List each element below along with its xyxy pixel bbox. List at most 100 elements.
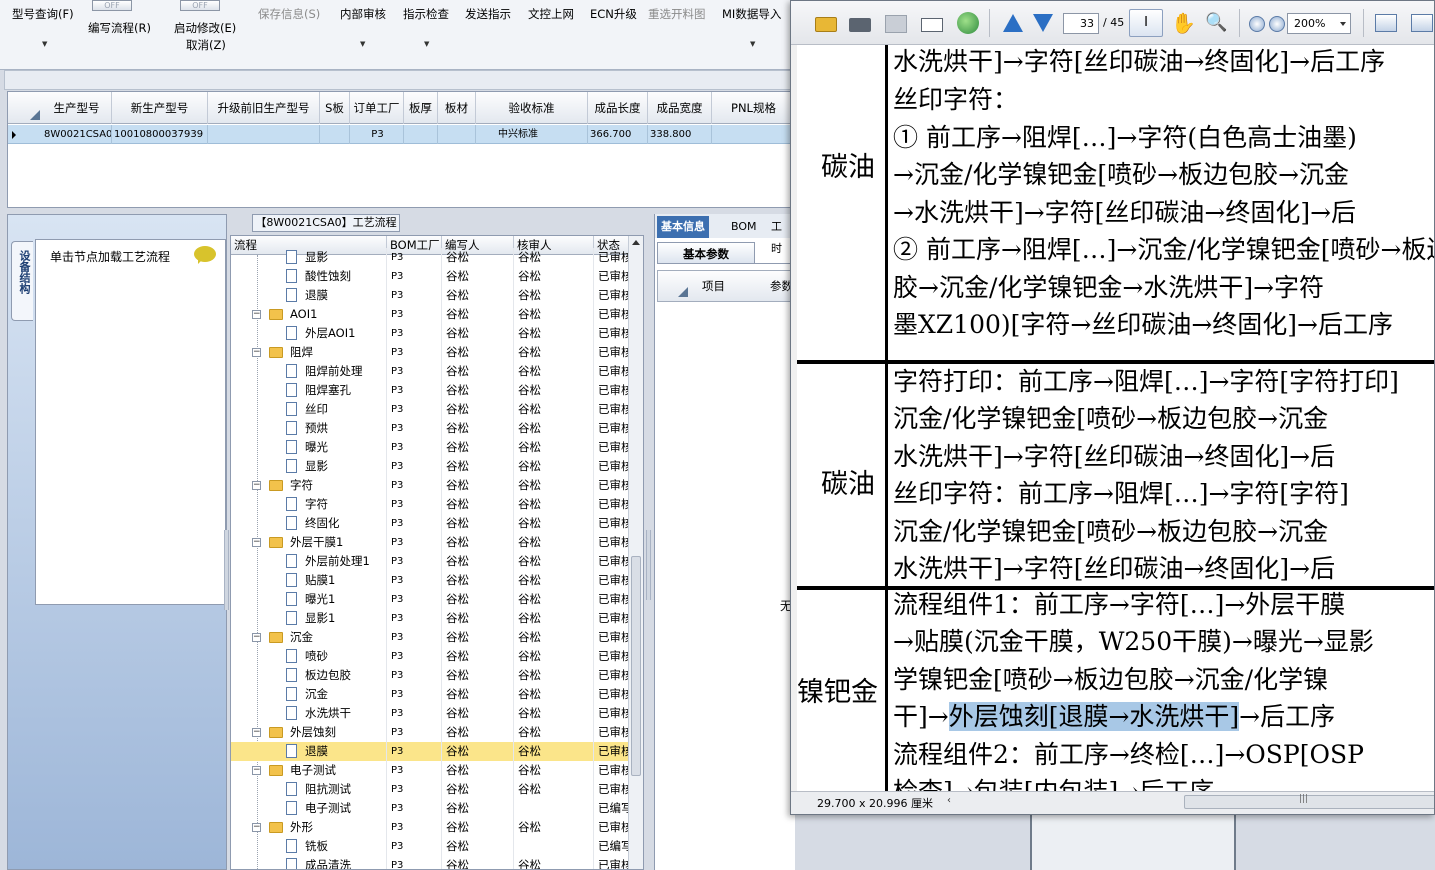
toolbar-item[interactable]: 内部审核 — [340, 6, 386, 22]
process-row[interactable]: 显影 P3 谷松 谷松 已审核 — [231, 457, 630, 476]
save-icon[interactable] — [885, 15, 907, 33]
collapse-icon[interactable]: − — [252, 538, 261, 547]
chevron-down-icon[interactable]: ▼ — [42, 40, 47, 48]
process-row[interactable]: 水洗烘干 P3 谷松 谷松 已审核 — [231, 704, 630, 723]
process-row[interactable]: − 字符 P3 谷松 谷松 已审核 — [231, 476, 630, 495]
toolbar-item[interactable]: 启动修改(E) — [174, 20, 236, 36]
select-text-tool-icon[interactable]: I — [1129, 9, 1163, 37]
process-row[interactable]: 阻焊塞孔 P3 谷松 谷松 已审核 — [231, 381, 630, 400]
fit-width-icon[interactable] — [1375, 14, 1397, 32]
grid-column-header[interactable]: 板材 — [438, 92, 476, 124]
process-row[interactable]: 显影1 P3 谷松 谷松 已审核 — [231, 609, 630, 628]
process-row[interactable]: 预烘 P3 谷松 谷松 已审核 — [231, 419, 630, 438]
scroll-left-icon[interactable]: ‹ — [947, 795, 951, 806]
collapse-icon[interactable]: − — [252, 310, 261, 319]
tab-basic-info[interactable]: 基本信息 — [657, 216, 709, 238]
horizontal-scrollbar[interactable]: ||| — [1184, 794, 1434, 809]
process-row[interactable]: 成品清洗 P3 谷松 谷松 已审核 — [231, 856, 630, 869]
process-row[interactable]: 阻抗测试 P3 谷松 谷松 已审核 — [231, 780, 630, 799]
toolbar-item[interactable]: MI数据导入 — [722, 6, 781, 22]
grid-column-header[interactable]: 订单工厂 — [350, 92, 404, 124]
grid-column-header[interactable]: 成品长度 — [588, 92, 648, 124]
open-folder-icon[interactable] — [815, 17, 837, 32]
process-row[interactable]: 沉金 P3 谷松 谷松 已审核 — [231, 685, 630, 704]
hand-tool-icon[interactable]: ✋ — [1171, 12, 1196, 34]
toolbar-item[interactable]: ECN升级 — [590, 6, 637, 22]
zoom-select[interactable]: 200% — [1287, 13, 1351, 34]
toolbar-item[interactable]: 取消(Z) — [186, 37, 226, 53]
scroll-up-icon[interactable] — [632, 240, 640, 245]
process-scrollbar[interactable] — [628, 236, 643, 869]
process-row[interactable]: − 电子测试 P3 谷松 谷松 已审核 — [231, 761, 630, 780]
tab-basic-params[interactable]: 基本参数 — [657, 242, 755, 264]
process-row[interactable]: 阻焊前处理 P3 谷松 谷松 已审核 — [231, 362, 630, 381]
chevron-down-icon[interactable]: ▼ — [360, 40, 365, 48]
collapse-icon[interactable]: − — [252, 633, 261, 642]
toggle-switch[interactable]: OFF — [180, 0, 220, 11]
collapse-icon[interactable]: − — [252, 728, 261, 737]
web-globe-icon[interactable] — [957, 12, 979, 34]
process-row[interactable]: 显影 P3 谷松 谷松 已审核 — [231, 248, 630, 267]
process-row[interactable]: 曝光1 P3 谷松 谷松 已审核 — [231, 590, 630, 609]
process-row[interactable]: 板边包胶 P3 谷松 谷松 已审核 — [231, 666, 630, 685]
process-row[interactable]: − 外层蚀刻 P3 谷松 谷松 已审核 — [231, 723, 630, 742]
process-row[interactable]: 铣板 P3 谷松 已编写 — [231, 837, 630, 856]
print-icon[interactable] — [849, 18, 871, 32]
toggle-switch[interactable]: OFF — [92, 0, 132, 11]
process-row[interactable]: 外层AOI1 P3 谷松 谷松 已审核 — [231, 324, 630, 343]
process-row[interactable]: 丝印 P3 谷松 谷松 已审核 — [231, 400, 630, 419]
process-row[interactable]: 终固化 P3 谷松 谷松 已审核 — [231, 514, 630, 533]
pdf-page[interactable]: 碳油 碳油 镍钯金 水洗烘干]→字符[丝印碳油→终固化]→后工序 丝印字符： ① 前… — [797, 45, 1434, 791]
process-row[interactable]: − 阻焊 P3 谷松 谷松 已审核 — [231, 343, 630, 362]
toolbar-item[interactable]: 保存信息(S) — [258, 6, 320, 22]
collapse-icon[interactable]: − — [252, 823, 261, 832]
process-row[interactable]: − 外层干膜1 P3 谷松 谷松 已审核 — [231, 533, 630, 552]
process-row[interactable]: − AOI1 P3 谷松 谷松 已审核 — [231, 305, 630, 324]
toolbar-item[interactable]: 指示检查 — [403, 6, 449, 22]
middle-splitter[interactable] — [646, 530, 651, 600]
left-splitter[interactable] — [224, 530, 229, 610]
process-row[interactable]: − 外形 P3 谷松 谷松 已审核 — [231, 818, 630, 837]
toolbar-item[interactable]: 发送指示 — [465, 6, 511, 22]
next-page-icon[interactable] — [1033, 14, 1053, 32]
tab-device-structure[interactable]: 设备结构 — [11, 241, 33, 321]
process-row[interactable]: − 沉金 P3 谷松 谷松 已审核 — [231, 628, 630, 647]
grid-column-header[interactable]: 升级前旧生产型号 — [208, 92, 320, 124]
grid-column-header[interactable]: 板厚 — [404, 92, 438, 124]
previous-page-icon[interactable] — [1003, 14, 1023, 32]
chevron-down-icon[interactable]: ▼ — [424, 40, 429, 48]
page-number-input[interactable]: 33 — [1063, 13, 1099, 34]
process-row[interactable]: 电子测试 P3 谷松 已编写 — [231, 799, 630, 818]
zoom-tool-icon[interactable]: 🔍 — [1205, 12, 1227, 34]
structure-tree[interactable]: 单击节点加载工艺流程 — [35, 239, 226, 605]
order-grid-row[interactable]: 8W0021CSA0 10010800037939 P3 中兴标准 366.700 338… — [8, 125, 794, 144]
process-row[interactable]: 曝光 P3 谷松 谷松 已审核 — [231, 438, 630, 457]
toolbar-item[interactable]: 重选开料图 — [648, 6, 706, 22]
grid-column-header[interactable]: 验收标准 — [476, 92, 588, 124]
process-row[interactable]: 喷砂 P3 谷松 谷松 已审核 — [231, 647, 630, 666]
toolbar-item[interactable]: 型号查询(F) — [12, 6, 74, 22]
collapse-icon[interactable]: − — [252, 766, 261, 775]
process-row[interactable]: 外层前处理1 P3 谷松 谷松 已审核 — [231, 552, 630, 571]
process-row[interactable]: 贴膜1 P3 谷松 谷松 已审核 — [231, 571, 630, 590]
zoom-out-icon[interactable] — [1249, 16, 1265, 32]
collapse-icon[interactable]: − — [252, 348, 261, 357]
grid-column-header[interactable]: 生产型号 — [42, 92, 112, 124]
grid-column-header[interactable]: 成品宽度 — [648, 92, 712, 124]
zoom-in-icon[interactable] — [1269, 16, 1285, 32]
email-icon[interactable] — [921, 18, 943, 32]
process-row[interactable]: 字符 P3 谷松 谷松 已审核 — [231, 495, 630, 514]
grid-column-header[interactable]: 新生产型号 — [112, 92, 208, 124]
toolbar-item[interactable]: 文控上网 — [528, 6, 574, 22]
tab-bom[interactable]: BOM — [727, 216, 761, 238]
process-row[interactable]: 退膜 P3 谷松 谷松 已审核 — [231, 742, 630, 761]
process-row[interactable]: 酸性蚀刻 P3 谷松 谷松 已审核 — [231, 267, 630, 286]
process-row[interactable]: 退膜 P3 谷松 谷松 已审核 — [231, 286, 630, 305]
toolbar-item[interactable]: 编写流程(R) — [88, 20, 151, 36]
grid-column-header[interactable]: S板 — [320, 92, 350, 124]
grid-column-header[interactable]: PNL规格 — [712, 92, 794, 124]
collapse-icon[interactable]: − — [252, 481, 261, 490]
fit-page-icon[interactable] — [1411, 14, 1433, 32]
chevron-down-icon[interactable]: ▼ — [750, 40, 755, 48]
scroll-thumb[interactable] — [631, 556, 641, 776]
